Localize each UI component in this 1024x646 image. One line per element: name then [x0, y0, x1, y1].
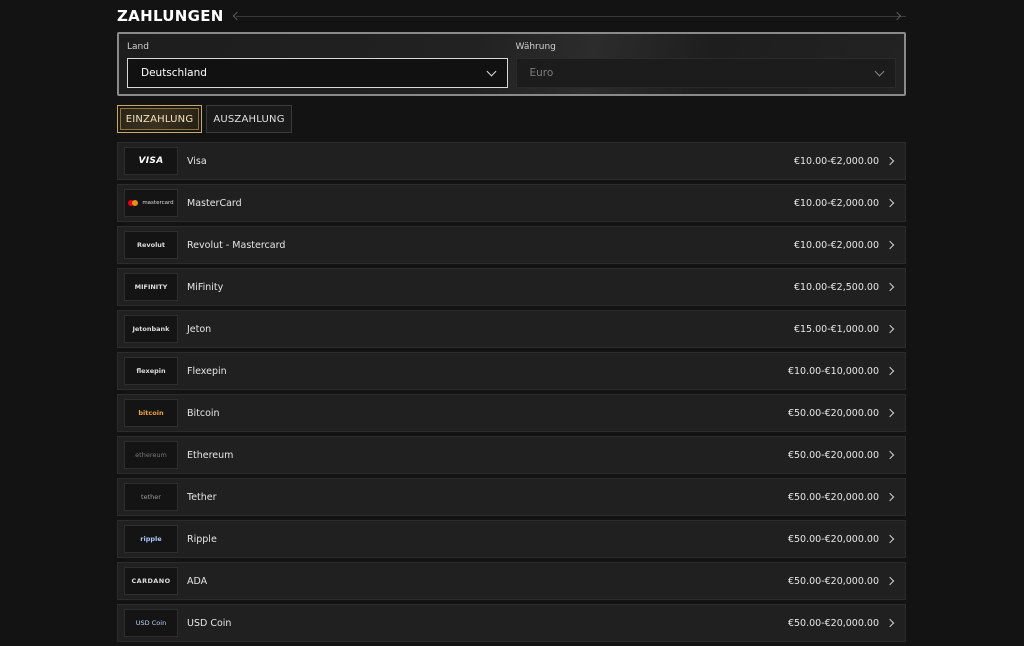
chevron-down-icon	[486, 66, 496, 76]
method-name: Jeton	[187, 323, 212, 335]
currency-value: Euro	[529, 67, 554, 79]
chevron-right-icon	[885, 156, 895, 166]
method-name: Flexepin	[187, 365, 227, 377]
mastercard-logo: mastercard	[124, 189, 178, 217]
bitcoin-logo: bitcoin	[124, 399, 178, 427]
payment-method-row[interactable]: tether Tether €50.00-€20,000.00	[117, 478, 906, 516]
title-divider	[235, 15, 906, 17]
currency-label: Währung	[515, 42, 556, 52]
mastercard-logo-text: mastercard	[142, 200, 174, 206]
payment-method-row[interactable]: ripple Ripple €50.00-€20,000.00	[117, 520, 906, 558]
method-name: Visa	[187, 155, 207, 167]
payment-method-row[interactable]: flexepin Flexepin €10.00-€10,000.00	[117, 352, 906, 390]
method-range: €50.00-€20,000.00	[787, 491, 879, 503]
filter-panel: Land Deutschland Währung Euro	[117, 32, 906, 96]
method-name: MiFinity	[187, 281, 224, 293]
mastercard-circles-icon	[128, 200, 140, 206]
method-range: €50.00-€20,000.00	[787, 533, 879, 545]
payment-method-row[interactable]: bitcoin Bitcoin €50.00-€20,000.00	[117, 394, 906, 432]
payment-method-row[interactable]: USD Coin USD Coin €50.00-€20,000.00	[117, 604, 906, 642]
chevron-right-icon	[885, 576, 895, 586]
payment-method-row[interactable]: VISA Visa €10.00-€2,000.00	[117, 142, 906, 180]
revolut-logo: Revolut	[124, 231, 178, 259]
method-name: ADA	[187, 575, 208, 587]
method-range: €10.00-€2,000.00	[793, 197, 879, 209]
payments-page: ZAHLUNGEN Land Deutschland Währung Euro …	[117, 0, 906, 646]
payment-method-row[interactable]: ethereum Ethereum €50.00-€20,000.00	[117, 436, 906, 474]
method-name: Tether	[187, 491, 217, 503]
method-range: €10.00-€2,000.00	[793, 239, 879, 251]
method-range: €15.00-€1,000.00	[793, 323, 879, 335]
tab-einzahlung[interactable]: EINZAHLUNG	[117, 105, 202, 133]
chevron-right-icon	[885, 450, 895, 460]
payment-method-row[interactable]: Revolut Revolut - Mastercard €10.00-€2,0…	[117, 226, 906, 264]
method-name: Ripple	[187, 533, 217, 545]
chevron-right-icon	[885, 324, 895, 334]
page-title: ZAHLUNGEN	[117, 7, 224, 25]
flexepin-logo: flexepin	[124, 357, 178, 385]
country-value: Deutschland	[141, 67, 207, 79]
ethereum-logo: ethereum	[124, 441, 178, 469]
method-name: MasterCard	[187, 197, 242, 209]
payment-method-row[interactable]: mastercard MasterCard €10.00-€2,000.00	[117, 184, 906, 222]
method-name: Bitcoin	[187, 407, 220, 419]
method-name: USD Coin	[187, 617, 232, 629]
cardano-logo: CARDANO	[124, 567, 178, 595]
method-range: €50.00-€20,000.00	[787, 449, 879, 461]
chevron-right-icon	[885, 198, 895, 208]
chevron-right-icon	[885, 408, 895, 418]
currency-field: Währung Euro	[515, 34, 896, 94]
country-field: Land Deutschland	[127, 34, 508, 94]
payment-tabs: EINZAHLUNG AUSZAHLUNG	[117, 105, 906, 133]
chevron-right-icon	[885, 534, 895, 544]
ripple-logo: ripple	[124, 525, 178, 553]
chevron-right-icon	[885, 492, 895, 502]
payment-method-list: VISA Visa €10.00-€2,000.00 mastercard Ma…	[117, 142, 906, 642]
method-range: €50.00-€20,000.00	[787, 617, 879, 629]
method-range: €10.00-€2,500.00	[793, 281, 879, 293]
usdcoin-logo: USD Coin	[124, 609, 178, 637]
country-label: Land	[127, 42, 149, 52]
chevron-right-icon	[885, 240, 895, 250]
currency-select[interactable]: Euro	[515, 58, 896, 88]
chevron-right-icon	[885, 618, 895, 628]
page-header: ZAHLUNGEN	[117, 0, 906, 32]
tether-logo: tether	[124, 483, 178, 511]
chevron-right-icon	[885, 282, 895, 292]
payment-method-row[interactable]: MIFINITY MiFinity €10.00-€2,500.00	[117, 268, 906, 306]
chevron-right-icon	[885, 366, 895, 376]
mifinity-logo: MIFINITY	[124, 273, 178, 301]
payment-method-row[interactable]: CARDANO ADA €50.00-€20,000.00	[117, 562, 906, 600]
chevron-down-icon	[874, 66, 885, 76]
payment-method-row[interactable]: Jetonbank Jeton €15.00-€1,000.00	[117, 310, 906, 348]
method-range: €10.00-€2,000.00	[793, 155, 879, 167]
country-select[interactable]: Deutschland	[127, 58, 508, 88]
method-name: Revolut - Mastercard	[187, 239, 286, 251]
visa-logo: VISA	[124, 147, 178, 175]
method-range: €50.00-€20,000.00	[787, 575, 879, 587]
jeton-logo: Jetonbank	[124, 315, 178, 343]
method-range: €10.00-€10,000.00	[787, 365, 879, 377]
method-name: Ethereum	[187, 449, 234, 461]
tab-auszahlung[interactable]: AUSZAHLUNG	[206, 105, 292, 133]
method-range: €50.00-€20,000.00	[787, 407, 879, 419]
